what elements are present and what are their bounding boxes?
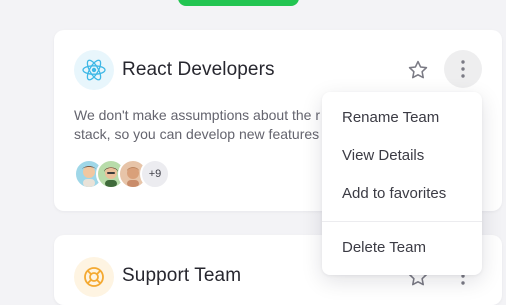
more-members-count: +9 xyxy=(140,159,170,189)
favorite-star-icon[interactable] xyxy=(406,58,430,82)
react-icon xyxy=(74,50,114,90)
team-name: Support Team xyxy=(122,265,242,286)
team-description: We don't make assumptions about the r st… xyxy=(74,107,320,142)
menu-item-delete-team[interactable]: Delete Team xyxy=(322,228,482,266)
more-options-button[interactable] xyxy=(444,50,482,88)
lifebuoy-icon xyxy=(74,257,114,297)
menu-item-rename-team[interactable]: Rename Team xyxy=(322,98,482,136)
menu-item-view-details[interactable]: View Details xyxy=(322,136,482,174)
team-name: React Developers xyxy=(122,59,275,80)
primary-action-button[interactable] xyxy=(178,0,299,6)
menu-divider xyxy=(322,221,482,222)
vertical-dots-icon xyxy=(461,60,465,78)
team-options-menu: Rename Team View Details Add to favorite… xyxy=(322,92,482,275)
menu-item-add-to-favorites[interactable]: Add to favorites xyxy=(322,174,482,212)
